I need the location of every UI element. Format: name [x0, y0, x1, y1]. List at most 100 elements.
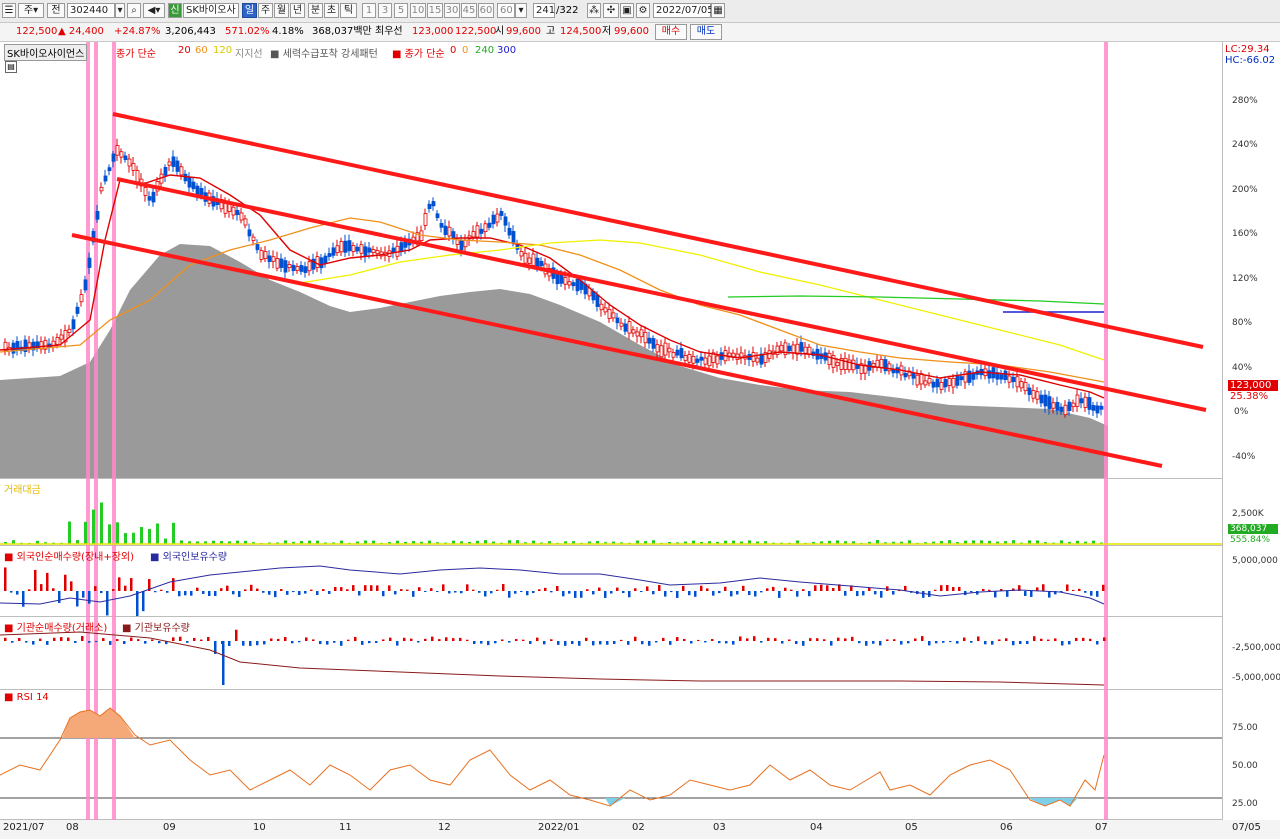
- price-candle: [363, 246, 368, 257]
- institution-net-bar: [130, 637, 133, 641]
- indicator-toggle-icon[interactable]: ▤: [5, 61, 17, 73]
- foreign-net-bar: [670, 591, 673, 593]
- foreign-net-bar: [466, 584, 469, 591]
- institution-net-bar: [459, 637, 462, 641]
- axis-label: 50.00: [1232, 761, 1258, 771]
- institution-net-bar: [1033, 636, 1036, 641]
- institution-net-bar: [389, 637, 392, 641]
- volume-bar: [68, 521, 71, 544]
- institution-net-bar: [683, 638, 686, 641]
- price-candle: [639, 329, 644, 338]
- axis-label: -5,000,000: [1232, 673, 1280, 683]
- foreign-net-bar: [880, 591, 883, 598]
- foreign-net-bar: [598, 587, 601, 591]
- foreign-net-bar: [1090, 591, 1093, 596]
- date-label: 03: [713, 822, 726, 833]
- price-candle: [807, 346, 812, 355]
- foreign-net-bar: [382, 591, 385, 597]
- institution-net-bar: [851, 636, 854, 641]
- institution-net-bar: [151, 639, 154, 641]
- foreign-net-bar: [760, 591, 763, 593]
- foreign-net-bar: [682, 585, 685, 591]
- price-candle: [455, 239, 460, 245]
- price-candle: [1087, 397, 1092, 410]
- price-candle: [679, 348, 684, 359]
- price-candle: [915, 374, 920, 386]
- foreign-net-bar: [214, 591, 217, 597]
- foreign-net-bar: [934, 589, 937, 591]
- price-candle: [879, 358, 884, 369]
- price-candle: [511, 231, 516, 244]
- foreign-net-bar: [634, 588, 637, 591]
- foreign-net-bar: [844, 591, 847, 596]
- price-candle: [567, 281, 572, 286]
- price-candle: [1043, 394, 1048, 407]
- foreign-net-bar: [604, 591, 607, 598]
- institution-net-bar: [319, 641, 322, 645]
- institution-net-bar: [620, 639, 623, 641]
- price-candle: [799, 342, 804, 352]
- ma240-line: [727, 295, 1105, 305]
- price-candle: [435, 213, 440, 219]
- institution-net-bar: [242, 641, 245, 646]
- volume-title: 거래대금: [4, 485, 41, 496]
- foreign-net-bar: [784, 587, 787, 591]
- foreign-net-bar: [478, 591, 481, 593]
- ma-legend-title: 종가 단순: [116, 49, 156, 60]
- price-candle: [151, 191, 156, 203]
- price-candle: [671, 352, 676, 358]
- foreign-net-bar: [316, 591, 319, 596]
- foreign-net-bar: [10, 591, 13, 593]
- price-candle: [147, 196, 152, 201]
- price-candle: [299, 265, 304, 272]
- price-candle: [831, 355, 836, 368]
- price-candle: [487, 222, 492, 228]
- stock-legend-label[interactable]: SK바이오사이언스: [4, 44, 88, 61]
- price-candle: [631, 329, 636, 334]
- institution-net-bar: [928, 641, 931, 646]
- rsi-line: [0, 707, 1105, 807]
- price-candle: [999, 374, 1004, 380]
- price-candle: [531, 253, 536, 266]
- foreign-net-bar: [70, 581, 73, 591]
- price-candle: [107, 167, 112, 172]
- institution-net-bar: [424, 638, 427, 641]
- foreign-net-bar: [334, 587, 337, 591]
- price-candle: [255, 244, 260, 251]
- institution-net-bar: [655, 641, 658, 643]
- foreign-net-bar: [142, 591, 145, 612]
- foreign-net-bar: [742, 585, 745, 591]
- foreign-net-bar: [4, 567, 7, 591]
- foreign-net-bar: [424, 591, 427, 593]
- price-candle: [931, 381, 936, 388]
- institution-net-bar: [942, 641, 945, 643]
- institution-net-bar: [333, 641, 336, 643]
- institution-net-bar: [774, 638, 777, 641]
- foreign-net-bar: [694, 591, 697, 597]
- price-candle: [503, 216, 508, 226]
- price-candle: [603, 307, 608, 313]
- institution-net-bar: [515, 639, 518, 641]
- rsi-overbought-area: [62, 708, 135, 738]
- foreign-net-bar: [1066, 584, 1069, 591]
- foreign-net-bar: [808, 591, 811, 597]
- institution-net-bar: [466, 639, 469, 641]
- price-candle: [703, 357, 708, 365]
- institution-net-bar: [690, 641, 693, 644]
- volume-bar: [172, 522, 175, 544]
- foreign-net-bar: [220, 588, 223, 591]
- price-candle: [247, 229, 252, 237]
- institution-net-bar: [508, 641, 511, 643]
- institution-net-bar: [648, 641, 651, 646]
- price-candle: [519, 251, 524, 257]
- axis-label: 280%: [1232, 96, 1258, 106]
- ma240-legend: 240: [475, 45, 495, 56]
- date-label: 07: [1095, 822, 1108, 833]
- price-candle: [1079, 398, 1084, 404]
- current-price-tag: 123,000: [1228, 380, 1278, 391]
- price-candle: [439, 223, 444, 228]
- foreign-net-bar: [700, 585, 703, 591]
- price-candle: [791, 344, 796, 354]
- foreign-net-bar: [1078, 588, 1081, 591]
- price-candle: [375, 250, 380, 255]
